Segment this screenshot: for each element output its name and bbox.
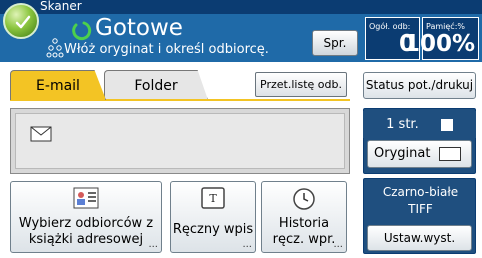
original-label: Oryginat bbox=[374, 146, 431, 161]
memory-label: Pamięć:% bbox=[426, 22, 465, 31]
memory-indicator: Pamięć:% 100% bbox=[404, 17, 479, 60]
text-entry-icon: T bbox=[201, 187, 225, 209]
manual-entry-label: Ręczny wpis bbox=[172, 222, 254, 237]
original-type-icon bbox=[438, 146, 461, 161]
clock-icon bbox=[293, 188, 315, 210]
pages-label: 1 str. bbox=[386, 117, 419, 132]
address-book-icon bbox=[73, 187, 99, 209]
scan-settings-button[interactable]: Ustaw.wyst. bbox=[367, 225, 472, 251]
manual-history-button[interactable]: Historia ręcz. wpr. ... bbox=[261, 181, 347, 253]
scanner-logo-icon bbox=[3, 3, 39, 39]
destination-field[interactable] bbox=[15, 113, 345, 169]
tab-email[interactable]: E-mail bbox=[10, 70, 106, 100]
memory-value: 100% bbox=[403, 31, 475, 57]
edit-destination-list-button[interactable]: Przet.listę odb. bbox=[255, 72, 347, 97]
single-sided-icon bbox=[440, 118, 453, 131]
counter-label: Ogół. odb: bbox=[369, 22, 411, 31]
more-indicator: ... bbox=[148, 239, 158, 250]
address-book-button[interactable]: Wybierz odbiorców z książki adresowej ..… bbox=[10, 181, 162, 253]
more-indicator: ... bbox=[242, 239, 252, 250]
app-title: Skaner bbox=[40, 0, 82, 13]
color-mode-text: Czarno-białe TIFF bbox=[364, 184, 477, 218]
check-button[interactable]: Spr. bbox=[312, 30, 358, 56]
manual-entry-button[interactable]: T Ręczny wpis ... bbox=[170, 181, 256, 253]
tab-folder[interactable]: Folder bbox=[104, 70, 208, 100]
color-mode-line1: Czarno-białe bbox=[382, 185, 459, 199]
ready-icon bbox=[72, 21, 92, 41]
address-book-label: Wybierz odbiorców z książki adresowej bbox=[18, 216, 154, 247]
color-mode-line2: TIFF bbox=[408, 202, 433, 216]
original-type-button[interactable]: Oryginat bbox=[367, 140, 472, 168]
people-icon bbox=[46, 38, 64, 58]
more-indicator: ... bbox=[333, 239, 343, 250]
svg-text:T: T bbox=[209, 192, 217, 205]
job-status-button[interactable]: Status pot./drukuj bbox=[363, 72, 476, 99]
status-message: Włóż oryginat i określ odbiorcę. bbox=[64, 42, 269, 57]
destination-panel bbox=[10, 108, 350, 174]
pages-setting[interactable]: 1 str. bbox=[363, 111, 476, 138]
envelope-icon bbox=[30, 126, 52, 142]
status-text: Gotowe bbox=[95, 15, 183, 41]
